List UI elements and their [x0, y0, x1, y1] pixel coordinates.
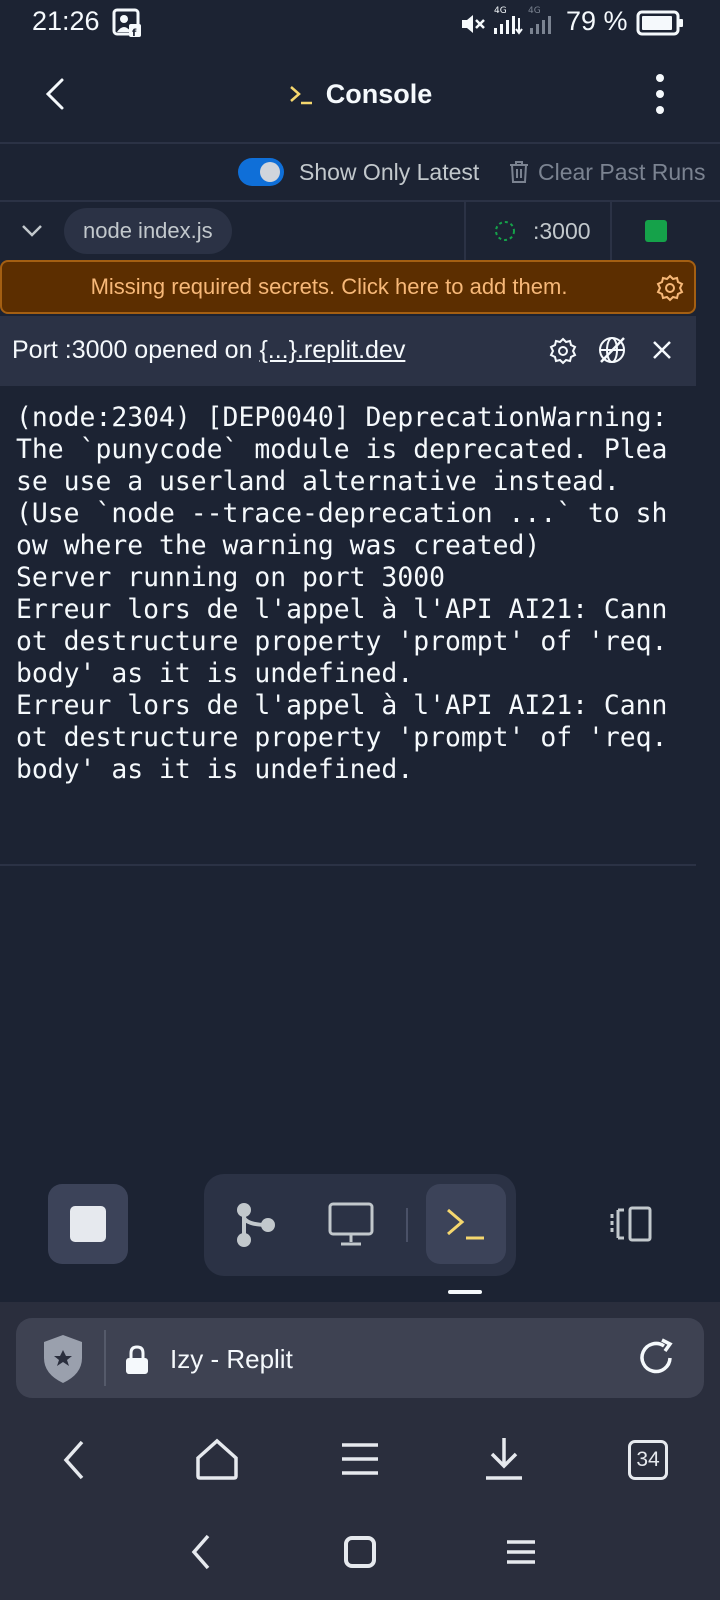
status-bar: 21:26 f 4G 4G 79 %	[0, 0, 720, 46]
globe-off-icon[interactable]	[596, 334, 628, 366]
port-label[interactable]: :3000	[533, 218, 591, 245]
monitor-icon[interactable]	[326, 1200, 376, 1248]
divider	[406, 1208, 408, 1242]
terminal-prompt-icon	[289, 86, 312, 105]
port-opened-prefix: Port :3000 opened on	[12, 336, 260, 364]
port-loading-icon	[495, 221, 515, 241]
browser-page-title[interactable]: Izy - Replit	[170, 1344, 293, 1375]
close-icon[interactable]	[648, 336, 676, 364]
svg-text:4G: 4G	[494, 6, 507, 16]
console-tab-button[interactable]	[426, 1184, 506, 1264]
divider	[610, 202, 612, 260]
menu-icon[interactable]	[338, 1440, 382, 1478]
browser-back-icon[interactable]	[56, 1436, 96, 1484]
missing-secrets-banner[interactable]: Missing required secrets. Click here to …	[0, 260, 696, 314]
toggle-knob	[260, 162, 280, 182]
show-latest-label: Show Only Latest	[299, 159, 480, 185]
more-options-icon[interactable]	[640, 72, 680, 116]
header-title-group: Console	[0, 46, 720, 142]
svg-text:4G: 4G	[528, 6, 541, 16]
missing-secrets-text: Missing required secrets. Click here to …	[90, 274, 568, 299]
status-time: 21:26	[32, 6, 100, 36]
run-bar: node index.js :3000	[0, 202, 720, 260]
layout-toggle-icon[interactable]	[606, 1204, 656, 1244]
clear-past-runs-button[interactable]: Clear Past Runs	[508, 156, 705, 188]
mute-icon	[462, 15, 485, 33]
port-opened-panel: Port :3000 opened on {...}.replit.dev	[0, 316, 696, 386]
home-icon[interactable]	[194, 1436, 240, 1482]
gear-icon[interactable]	[655, 273, 685, 303]
shield-icon[interactable]	[40, 1332, 86, 1386]
running-status-indicator	[645, 220, 667, 242]
system-back-icon[interactable]	[186, 1532, 216, 1572]
divider	[104, 1330, 106, 1386]
console-header: Console	[0, 46, 720, 144]
signal-strength-icon-2: 4G	[528, 6, 551, 34]
show-latest-toggle[interactable]	[238, 158, 284, 186]
divider	[0, 864, 696, 866]
system-recent-apps-icon[interactable]	[504, 1538, 538, 1566]
lock-icon	[126, 1345, 148, 1374]
stop-icon	[70, 1206, 106, 1242]
chevron-down-icon[interactable]	[18, 216, 46, 244]
terminal-prompt-icon	[447, 1208, 484, 1240]
download-icon[interactable]	[482, 1434, 526, 1482]
run-command-chip[interactable]: node index.js	[64, 208, 232, 254]
console-toolbar: Show Only Latest Clear Past Runs	[0, 144, 720, 202]
gear-icon[interactable]	[548, 336, 578, 366]
git-branch-icon[interactable]	[234, 1200, 280, 1250]
dev-url-link[interactable]: {...}.replit.dev	[259, 336, 405, 364]
port-opened-text: Port :3000 opened on {...}.replit.dev	[12, 336, 405, 365]
tabs-counter-button[interactable]: 34	[628, 1440, 668, 1480]
notification-icon: f	[112, 8, 141, 38]
address-bar[interactable]	[16, 1318, 704, 1398]
page-title: Console	[325, 78, 433, 109]
back-button[interactable]	[36, 74, 76, 114]
system-home-button[interactable]	[344, 1536, 376, 1568]
drag-handle[interactable]	[448, 1290, 482, 1294]
console-output: (node:2304) [DEP0040] DeprecationWarning…	[16, 402, 668, 785]
divider	[464, 202, 466, 260]
battery-icon	[636, 10, 683, 36]
battery-percent: 79 %	[566, 6, 628, 36]
signal-strength-icon: 4G	[494, 6, 523, 35]
trash-icon	[510, 161, 528, 183]
stop-button[interactable]	[48, 1184, 128, 1264]
clear-past-runs-label: Clear Past Runs	[538, 158, 706, 185]
reload-icon[interactable]	[634, 1336, 678, 1380]
svg-text:f: f	[132, 28, 137, 38]
